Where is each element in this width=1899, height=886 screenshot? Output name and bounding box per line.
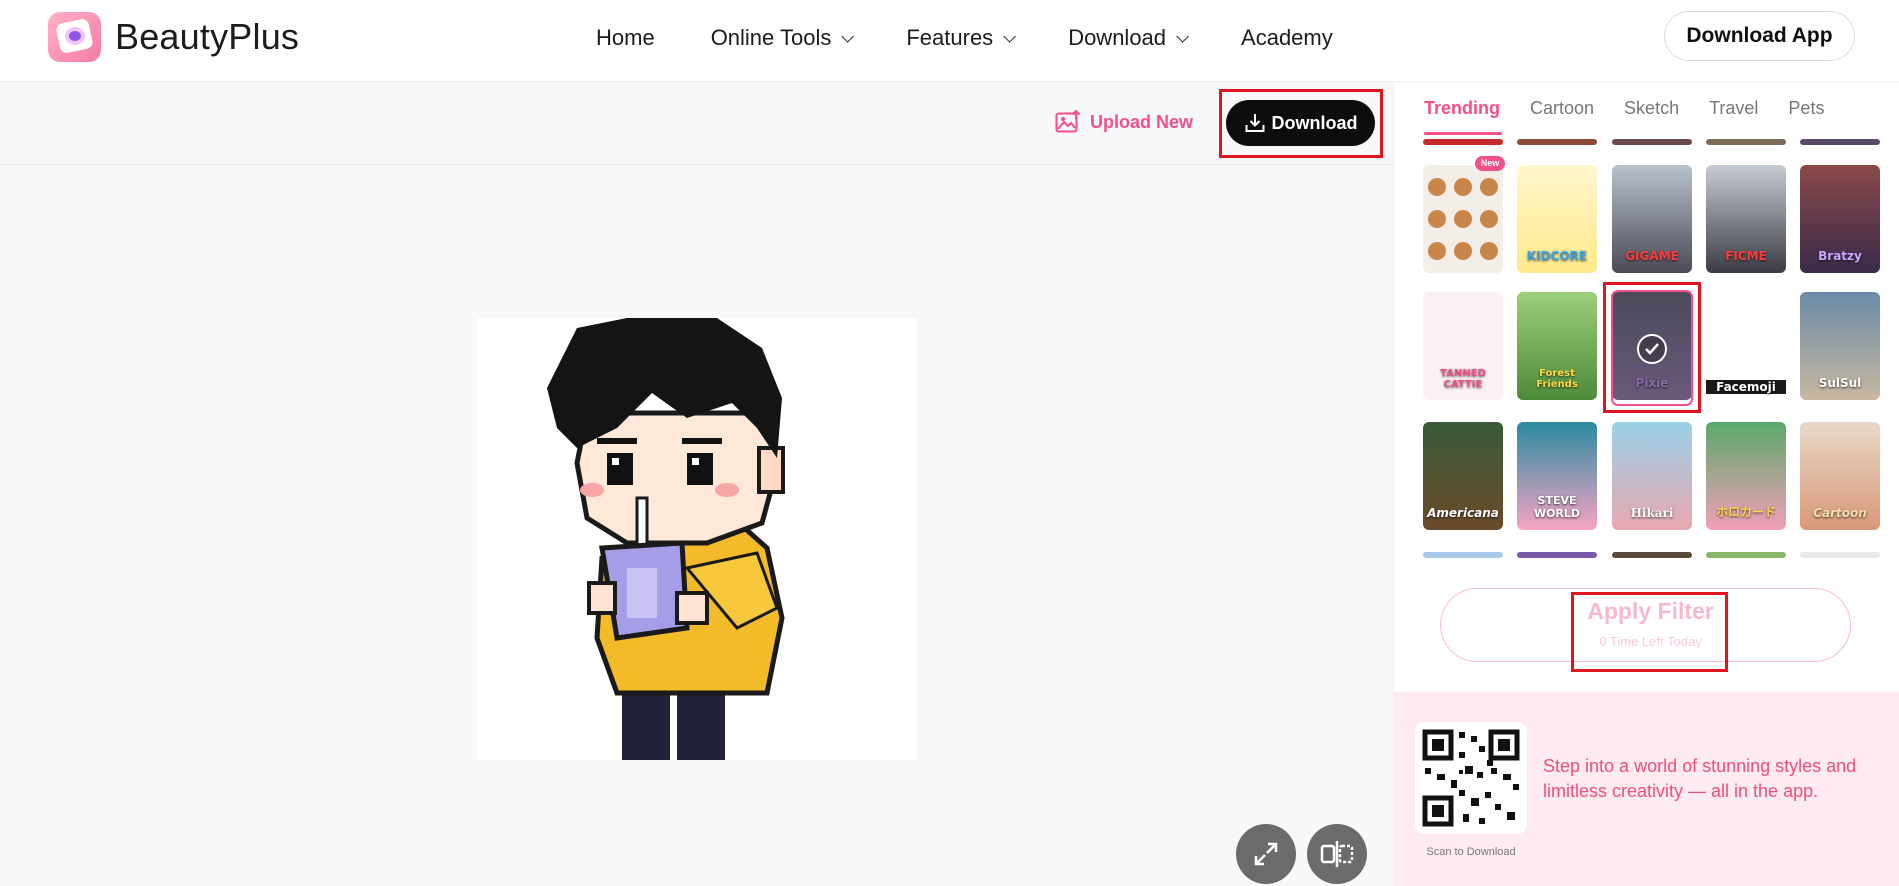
editor-workspace: Upload New Download — [0, 82, 1393, 886]
download-label: Download — [1271, 112, 1358, 133]
filter-thumb[interactable]: KIDCORE — [1517, 165, 1597, 273]
download-button[interactable]: Download — [1226, 100, 1375, 146]
filter-label: Hikari — [1630, 506, 1674, 520]
filter-thumb[interactable]: Cartoon — [1800, 422, 1880, 530]
remaining-uses-text: 0 Time Left Today — [1599, 634, 1702, 649]
logo-text: BeautyPlus — [115, 16, 300, 57]
qr-code-icon — [1422, 729, 1520, 827]
filter-thumb[interactable]: TANNED CATTIE — [1423, 292, 1503, 400]
upload-new-button[interactable]: Upload New — [1055, 110, 1193, 134]
filter-tabs: Trending Cartoon Sketch Travel Pets — [1424, 98, 1854, 124]
filter-thumb[interactable]: STEVE WORLD — [1517, 422, 1597, 530]
new-badge: New — [1475, 156, 1505, 171]
compare-button[interactable] — [1307, 824, 1367, 884]
filter-thumb[interactable]: ホロカード — [1706, 422, 1786, 530]
chevron-down-icon — [1003, 29, 1017, 43]
filter-label: Bratzy — [1818, 249, 1862, 263]
tab-cartoon[interactable]: Cartoon — [1530, 98, 1594, 124]
filter-label: SulSul — [1818, 376, 1862, 390]
promo-text: Step into a world of stunning styles and… — [1543, 756, 1857, 801]
filter-label: Forest Friends — [1536, 368, 1578, 390]
chevron-down-icon — [1176, 29, 1190, 43]
main-nav: Home Online Tools Features Download Acad… — [596, 22, 1389, 54]
compare-split-icon — [1320, 841, 1354, 867]
filter-thumb[interactable]: Bratzy — [1800, 165, 1880, 273]
nav-features-label: Features — [906, 25, 994, 50]
filter-thumb-partial[interactable] — [1800, 139, 1880, 145]
filter-thumb[interactable] — [1423, 165, 1503, 273]
filter-label: Americana — [1427, 506, 1499, 520]
nav-academy-label: Academy — [1241, 25, 1333, 50]
filter-label: ホロカード — [1715, 505, 1776, 519]
filter-label: TANNED CATTIE — [1440, 368, 1486, 390]
filter-thumb-partial[interactable] — [1706, 139, 1786, 145]
site-header: BeautyPlus Home Online Tools Features Do… — [0, 0, 1899, 82]
tab-pets[interactable]: Pets — [1788, 98, 1824, 124]
filter-thumb[interactable]: FICME — [1706, 165, 1786, 273]
filter-thumb[interactable]: SulSul — [1800, 292, 1880, 400]
qr-caption: Scan to Download — [1426, 846, 1516, 858]
nav-online-tools[interactable]: Online Tools — [710, 22, 855, 54]
upload-new-label: Upload New — [1090, 111, 1194, 132]
tab-travel[interactable]: Travel — [1709, 98, 1758, 124]
nav-online-tools-label: Online Tools — [710, 25, 832, 50]
beautyplus-logo-icon — [48, 12, 101, 62]
tab-sketch[interactable]: Sketch — [1624, 98, 1679, 124]
filter-label: GIGAME — [1625, 249, 1679, 263]
expand-icon — [1254, 842, 1278, 866]
download-icon — [1245, 114, 1264, 132]
nav-home-label: Home — [596, 25, 655, 50]
edited-image-canvas — [477, 318, 917, 760]
filter-label: Facemoji — [1706, 380, 1786, 394]
filter-label: KIDCORE — [1526, 249, 1588, 263]
filter-thumb-partial[interactable] — [1517, 139, 1597, 145]
nav-academy[interactable]: Academy — [1241, 22, 1333, 54]
filter-thumb[interactable]: Americana — [1423, 422, 1503, 530]
filter-thumb-partial[interactable] — [1517, 552, 1597, 558]
pixel-art-character-image — [477, 318, 917, 760]
fullscreen-button[interactable] — [1236, 824, 1296, 884]
filter-label: FICME — [1725, 249, 1767, 263]
apply-filter-label: Apply Filter — [1587, 598, 1714, 624]
nav-download[interactable]: Download — [1068, 22, 1190, 54]
filter-thumb-partial[interactable] — [1612, 552, 1692, 558]
tab-trending[interactable]: Trending — [1424, 98, 1500, 124]
active-tab-indicator — [1424, 132, 1502, 135]
filter-thumb[interactable]: Facemoji — [1706, 292, 1786, 400]
filter-thumb-partial[interactable] — [1706, 552, 1786, 558]
nav-home[interactable]: Home — [596, 22, 655, 54]
image-upload-icon — [1055, 110, 1081, 133]
filter-label: STEVE WORLD — [1533, 494, 1581, 520]
filter-thumb-partial[interactable] — [1423, 139, 1503, 145]
filter-thumb-partial[interactable] — [1612, 139, 1692, 145]
filter-thumb[interactable]: Hikari — [1612, 422, 1692, 530]
chevron-down-icon — [841, 29, 855, 43]
logo[interactable]: BeautyPlus — [48, 12, 299, 62]
nav-download-label: Download — [1068, 25, 1167, 50]
filter-label: Cartoon — [1813, 506, 1867, 520]
qr-code — [1415, 722, 1527, 834]
download-app-button[interactable]: Download App — [1664, 11, 1855, 61]
nav-features[interactable]: Features — [906, 22, 1017, 54]
editor-toolbar: Upload New — [0, 82, 1393, 165]
filter-thumb[interactable]: Forest Friends — [1517, 292, 1597, 400]
filter-thumb-partial[interactable] — [1800, 552, 1880, 558]
filter-thumb-partial[interactable] — [1423, 552, 1503, 558]
checkmark-icon — [1637, 334, 1667, 364]
filter-thumb[interactable]: GIGAME — [1612, 165, 1692, 273]
cat-stickers-thumbnail — [1428, 178, 1498, 260]
